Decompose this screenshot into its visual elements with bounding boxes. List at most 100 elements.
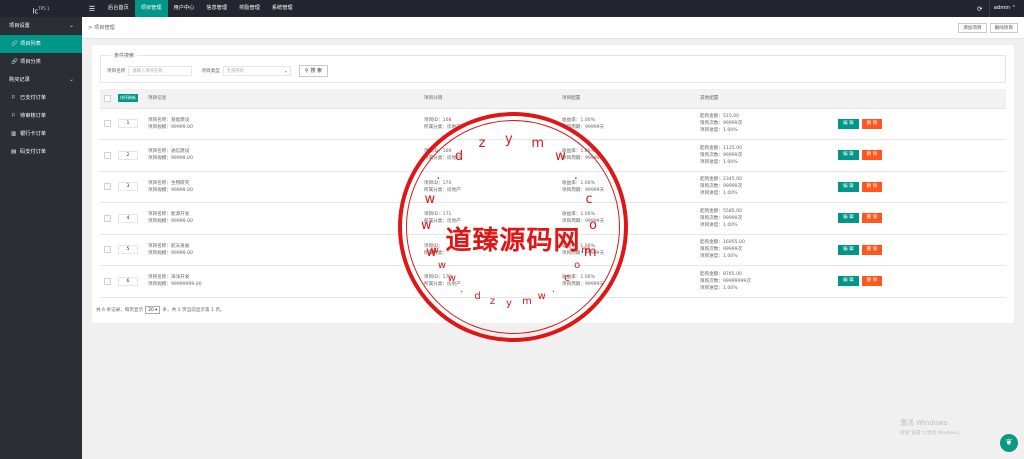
tab-system-management[interactable]: 系统管理 — [266, 0, 299, 17]
edit-button[interactable]: 编 辑 — [838, 118, 859, 129]
stamp-ring-letter: y — [506, 298, 512, 309]
project-name: 项目名称：生物研究 — [148, 180, 190, 186]
project-amount: 起购金额：515.00 — [700, 114, 740, 120]
delete-button[interactable]: 删 除 — [861, 181, 883, 192]
search-button[interactable]: ⚲ 搜 索 — [298, 65, 329, 77]
flag-icon: ⚐ — [11, 95, 16, 101]
delete-button[interactable]: 删 除 — [861, 150, 883, 161]
stamp-ring-letter: w — [555, 148, 566, 164]
stamp-ring-letter: w — [421, 218, 432, 234]
sidebar-item-bank-orders[interactable]: ▥ 银行卡订单 — [0, 125, 82, 143]
header-other: 其他配置 — [700, 89, 838, 109]
project-name: 项目名称：基础建设 — [148, 117, 190, 123]
stamp-ring-letter: m — [531, 136, 545, 152]
row-checkbox[interactable] — [104, 183, 111, 191]
category-select[interactable]: 全部项目 ▾ — [222, 66, 291, 76]
sort-input[interactable]: 6 — [118, 276, 138, 286]
sidebar: lcTP5.1 项目设置 ⌄ 🔗 项目列表 🔗 项目分类 购买记录 ⌄ ⚐ 已支… — [0, 0, 82, 459]
delete-project-button[interactable]: 删除项目 — [989, 22, 1018, 33]
logo[interactable]: lcTP5.1 — [0, 0, 82, 17]
leaf-icon[interactable]: ❦ — [1000, 434, 1018, 452]
page-size-select[interactable]: 20 ▾ — [145, 306, 161, 314]
project-progress: 项目进度：1.00% — [700, 222, 738, 228]
tab-home[interactable]: 后台首页 — [102, 0, 135, 17]
category-select-value: 全部项目 — [226, 69, 244, 74]
search-row: 项目名称 请输入项目名称 项目类型 全部项目 ▾ ⚲ 搜 索 — [107, 65, 329, 77]
row-checkbox[interactable] — [104, 120, 111, 128]
sort-input[interactable]: 3 — [118, 182, 138, 192]
stamp-ring-letter: . — [573, 167, 578, 183]
search-button-label: 搜 索 — [310, 68, 323, 74]
list-icon: ▤ — [11, 149, 17, 155]
sort-input[interactable]: 1 — [118, 119, 138, 129]
delete-button[interactable]: 删 除 — [861, 276, 883, 287]
project-amount: 起购金额：5585.00 — [700, 208, 742, 214]
stamp-ring-letter: w — [437, 259, 447, 271]
logo-version: TP5.1 — [38, 6, 50, 11]
project-name: 项目名称：海洋开发 — [148, 275, 190, 281]
edit-button[interactable]: 编 辑 — [838, 244, 859, 255]
user-menu[interactable]: admin ⌃ — [988, 0, 1024, 17]
select-all-checkbox[interactable] — [104, 94, 111, 102]
sort-refresh-button[interactable]: 排序刷新 — [118, 94, 138, 103]
project-scale: 项目规模：99999.00 — [148, 156, 193, 162]
tab-project-management[interactable]: 项目管理 — [134, 0, 168, 17]
tab-user-center[interactable]: 用户中心 — [168, 0, 201, 17]
sidebar-item-pending-orders[interactable]: ⚐ 待审核订单 — [0, 107, 82, 125]
edit-button[interactable]: 编 辑 — [838, 181, 859, 192]
windows-activation-watermark: 激活 Windows 转到"设置"以激活 Windows。 — [900, 418, 963, 436]
project-scale: 项目规模：99999.00 — [148, 219, 193, 225]
windows-activation-hint: 转到"设置"以激活 Windows。 — [900, 431, 963, 436]
project-period: 项目周期：99999天 — [562, 124, 605, 130]
row-checkbox[interactable] — [104, 277, 111, 285]
delete-button[interactable]: 删 除 — [861, 244, 883, 255]
stamp-ring-letter: m — [522, 296, 532, 308]
top-right: ⟳ admin ⌃ — [971, 0, 1024, 17]
edit-button[interactable]: 编 辑 — [838, 150, 859, 161]
nav-group-purchase-records[interactable]: 购买记录 ⌄ — [0, 71, 82, 89]
topbar: ☰ 后台首页 项目管理 用户中心 信息管理 奖励管理 系统管理 ⟳ admin … — [82, 0, 1024, 17]
stamp-ring-letter: . — [551, 283, 556, 295]
project-amount: 起购金额：2345.00 — [700, 177, 742, 183]
stamp-ring-letter: d — [454, 148, 464, 164]
link-icon: 🔗 — [11, 41, 18, 47]
sidebar-item-project-list[interactable]: 🔗 项目列表 — [0, 35, 82, 53]
refresh-icon[interactable]: ⟳ — [971, 5, 989, 13]
sidebar-item-project-category[interactable]: 🔗 项目分类 — [0, 53, 82, 71]
header-config: 项目配置 — [562, 89, 700, 109]
table-header: 排序刷新 项目信息 项目分销 项目配置 其他配置 — [100, 89, 1006, 109]
stamp-ring-letter: z — [489, 296, 496, 308]
row-checkbox[interactable] — [104, 151, 111, 159]
delete-button[interactable]: 删 除 — [861, 118, 883, 129]
sidebar-item-label: 已支付订单 — [20, 95, 46, 101]
tab-info-management[interactable]: 信息管理 — [200, 0, 233, 17]
bank-icon: ▥ — [11, 131, 17, 137]
pager-suffix: 条，共 1 页当前显示第 1 页。 — [162, 308, 225, 313]
edit-button[interactable]: 编 辑 — [838, 276, 859, 287]
row-checkbox[interactable] — [104, 214, 111, 222]
nav-group-label: 项目设置 — [9, 23, 30, 29]
stamp-ring-letter: o — [574, 259, 581, 271]
menu-toggle-icon[interactable]: ☰ — [82, 5, 102, 13]
tab-reward-management[interactable]: 奖励管理 — [233, 0, 266, 17]
stamp-ring-letter: c — [585, 191, 593, 207]
sidebar-item-paid-orders[interactable]: ⚐ 已支付订单 — [0, 89, 82, 107]
project-name-input[interactable]: 请输入项目名称 — [128, 66, 193, 76]
add-project-button[interactable]: 添加项目 — [958, 22, 987, 33]
top-nav: 后台首页 项目管理 用户中心 信息管理 奖励管理 系统管理 — [102, 0, 299, 17]
stamp-ring-letter: w — [430, 245, 439, 257]
stamp-ring-letter: d — [474, 291, 481, 303]
sort-input[interactable]: 2 — [118, 150, 138, 160]
nav-group-project-settings[interactable]: 项目设置 ⌄ — [0, 17, 82, 35]
project-rate: 收益率：1.00% — [562, 117, 595, 123]
search-fieldset: 条件搜索 项目名称 请输入项目名称 项目类型 全部项目 ▾ ⚲ 搜 索 — [100, 52, 1006, 83]
sidebar-item-code-pay-orders[interactable]: ▤ 码支付订单 — [0, 143, 82, 161]
stamp-ring-letter: y — [505, 132, 513, 147]
project-progress: 项目进度：1.00% — [700, 191, 738, 197]
category-label: 项目类型 — [201, 69, 220, 74]
delete-button[interactable]: 删 除 — [861, 213, 883, 224]
edit-button[interactable]: 编 辑 — [838, 213, 859, 224]
sort-input[interactable]: 4 — [118, 213, 138, 223]
row-checkbox[interactable] — [104, 246, 111, 254]
sort-input[interactable]: 5 — [118, 245, 138, 255]
